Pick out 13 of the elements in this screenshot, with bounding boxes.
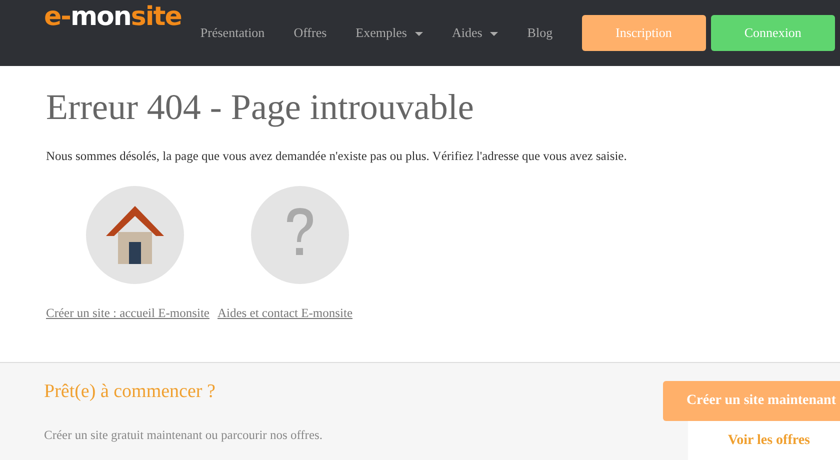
logo[interactable]: e-monsite [44,0,200,36]
nav-link[interactable]: Présentation [200,23,265,43]
footer-link[interactable]: Créer un site : accueil E-monsite [46,304,210,323]
error-message: Nous sommes désolés, la page que vous avez demandée n'existe pas ou plus. Vérifiez l'adresse que vous avez saisie. [46,148,628,166]
page-heading: Erreur 404 - Page introuvable [46,86,475,129]
cta-heading: Prêt(e) à commencer ? [44,381,216,404]
cta-text: Créer un site gratuit maintenant ou parcourir nos offres. [44,426,323,444]
nav-link[interactable]: Aides [452,23,498,43]
nav-link[interactable]: Blog [527,23,553,43]
footer-link[interactable]: Aides et contact E-monsite [217,304,353,323]
nav-link[interactable]: Offres [294,23,327,43]
nav-link[interactable]: Exemples [356,23,423,43]
home-icon[interactable] [86,186,184,284]
